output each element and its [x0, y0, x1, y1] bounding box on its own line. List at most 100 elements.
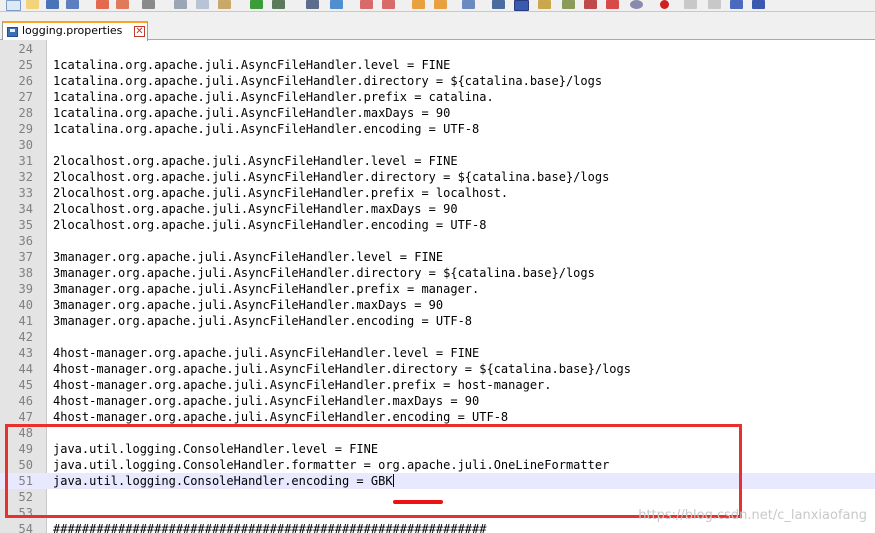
code-line[interactable]: 41 3manager.org.apache.juli.AsyncFileHand… — [0, 313, 875, 329]
replace-icon[interactable] — [330, 0, 343, 9]
word-wrap-icon[interactable] — [462, 0, 475, 9]
tab-logging-properties[interactable]: logging.properties ✕ — [2, 21, 148, 41]
line-number: 39 — [18, 282, 33, 296]
code-line[interactable]: 33 2localhost.org.apache.juli.AsyncFileHa… — [0, 185, 875, 201]
line-text: 4host-manager.org.apache.juli.AsyncFileH… — [53, 410, 509, 424]
line-text: java.util.logging.ConsoleHandler.level =… — [53, 442, 379, 456]
line-number: 25 — [18, 58, 33, 72]
code-line[interactable]: 50 java.util.logging.ConsoleHandler.forma… — [0, 457, 875, 473]
zoom-out-icon[interactable] — [382, 0, 395, 9]
line-text: 1catalina.org.apache.juli.AsyncFileHandl… — [53, 74, 603, 88]
line-number: 44 — [18, 362, 33, 376]
code-line[interactable]: 40 3manager.org.apache.juli.AsyncFileHand… — [0, 297, 875, 313]
folder-workspace-icon[interactable] — [606, 0, 619, 9]
indent-guide-icon[interactable] — [514, 0, 529, 11]
code-line[interactable]: 28 1catalina.org.apache.juli.AsyncFileHan… — [0, 105, 875, 121]
record-macro-icon[interactable] — [660, 0, 669, 9]
line-text: java.util.logging.ConsoleHandler.formatt… — [53, 458, 610, 472]
text-caret — [392, 474, 394, 487]
code-line[interactable]: 47 4host-manager.org.apache.juli.AsyncFil… — [0, 409, 875, 425]
line-number: 52 — [18, 490, 33, 504]
close-file-icon[interactable] — [96, 0, 109, 9]
line-text: 2localhost.org.apache.juli.AsyncFileHand… — [53, 154, 458, 168]
copy-icon[interactable] — [196, 0, 209, 9]
code-line[interactable]: 42 — [0, 329, 875, 345]
code-line[interactable]: 44 4host-manager.org.apache.juli.AsyncFil… — [0, 361, 875, 377]
open-file-icon[interactable] — [26, 0, 39, 9]
code-line[interactable]: 30 — [0, 137, 875, 153]
line-number: 50 — [18, 458, 33, 472]
line-text: 1catalina.org.apache.juli.AsyncFileHandl… — [53, 106, 451, 120]
line-number: 34 — [18, 202, 33, 216]
code-line[interactable]: 39 3manager.org.apache.juli.AsyncFileHand… — [0, 281, 875, 297]
line-text: 4host-manager.org.apache.juli.AsyncFileH… — [53, 394, 480, 408]
close-all-icon[interactable] — [116, 0, 129, 9]
sync-vertical-icon[interactable] — [412, 0, 425, 9]
save-all-icon[interactable] — [66, 0, 79, 9]
code-line[interactable]: 27 1catalina.org.apache.juli.AsyncFileHan… — [0, 89, 875, 105]
new-file-icon[interactable] — [6, 0, 21, 11]
playback-icon[interactable] — [708, 0, 721, 9]
line-number: 26 — [18, 74, 33, 88]
line-text: 2localhost.org.apache.juli.AsyncFileHand… — [53, 202, 458, 216]
line-number: 31 — [18, 154, 33, 168]
line-number: 51 — [18, 474, 33, 488]
find-icon[interactable] — [306, 0, 319, 9]
line-text: java.util.logging.ConsoleHandler.encodin… — [53, 474, 394, 488]
sync-horizontal-icon[interactable] — [434, 0, 447, 9]
code-line[interactable]: 24 — [0, 41, 875, 57]
code-line[interactable]: 36 — [0, 233, 875, 249]
code-line[interactable]: 34 2localhost.org.apache.juli.AsyncFileHa… — [0, 201, 875, 217]
code-line[interactable]: 25 1catalina.org.apache.juli.AsyncFileHan… — [0, 57, 875, 73]
line-number: 53 — [18, 506, 33, 520]
line-text: 1catalina.org.apache.juli.AsyncFileHandl… — [53, 58, 451, 72]
close-tab-icon[interactable]: ✕ — [134, 26, 145, 37]
code-line[interactable]: 48 — [0, 425, 875, 441]
print-icon[interactable] — [142, 0, 155, 9]
line-text: 1catalina.org.apache.juli.AsyncFileHandl… — [53, 122, 480, 136]
line-text: 3manager.org.apache.juli.AsyncFileHandle… — [53, 266, 595, 280]
code-line[interactable]: 35 2localhost.org.apache.juli.AsyncFileHa… — [0, 217, 875, 233]
redo-icon[interactable] — [272, 0, 285, 9]
toolbar — [0, 0, 875, 12]
code-line[interactable]: 38 3manager.org.apache.juli.AsyncFileHand… — [0, 265, 875, 281]
cut-icon[interactable] — [174, 0, 187, 9]
show-all-chars-icon[interactable] — [492, 0, 505, 9]
language-icon[interactable] — [538, 0, 551, 9]
save-icon[interactable] — [46, 0, 59, 9]
code-line[interactable]: 29 1catalina.org.apache.juli.AsyncFileHan… — [0, 121, 875, 137]
line-number: 54 — [18, 522, 33, 533]
line-text: 3manager.org.apache.juli.AsyncFileHandle… — [53, 282, 480, 296]
zoom-in-icon[interactable] — [360, 0, 373, 9]
line-text: 3manager.org.apache.juli.AsyncFileHandle… — [53, 314, 473, 328]
line-text: 4host-manager.org.apache.juli.AsyncFileH… — [53, 362, 631, 376]
code-line[interactable]: 49 java.util.logging.ConsoleHandler.level… — [0, 441, 875, 457]
line-number: 30 — [18, 138, 33, 152]
code-line[interactable]: 37 3manager.org.apache.juli.AsyncFileHand… — [0, 249, 875, 265]
line-number: 42 — [18, 330, 33, 344]
code-line[interactable]: 26 1catalina.org.apache.juli.AsyncFileHan… — [0, 73, 875, 89]
monitoring-icon[interactable] — [630, 0, 643, 9]
line-number: 32 — [18, 170, 33, 184]
line-number: 24 — [18, 42, 33, 56]
run-macro-multiple-icon[interactable] — [730, 0, 743, 9]
paste-icon[interactable] — [218, 0, 231, 9]
code-line[interactable]: 32 2localhost.org.apache.juli.AsyncFileHa… — [0, 169, 875, 185]
function-list-icon[interactable] — [584, 0, 597, 9]
code-line[interactable]: 43 4host-manager.org.apache.juli.AsyncFil… — [0, 345, 875, 361]
stop-recording-icon[interactable] — [684, 0, 697, 9]
code-line[interactable]: 45 4host-manager.org.apache.juli.AsyncFil… — [0, 377, 875, 393]
undo-icon[interactable] — [250, 0, 263, 9]
code-line[interactable]: 46 4host-manager.org.apache.juli.AsyncFil… — [0, 393, 875, 409]
editor-pane[interactable]: 24 25 1catalina.org.apache.juli.AsyncFileH… — [0, 40, 875, 533]
line-number: 41 — [18, 314, 33, 328]
doc-map-icon[interactable] — [562, 0, 575, 9]
tab-label: logging.properties — [22, 24, 123, 37]
saved-file-icon — [7, 27, 18, 37]
code-line[interactable]: 51 java.util.logging.ConsoleHandler.encod… — [0, 473, 875, 489]
line-number: 37 — [18, 250, 33, 264]
line-text: 2localhost.org.apache.juli.AsyncFileHand… — [53, 170, 610, 184]
save-macro-icon[interactable] — [752, 0, 765, 9]
code-line[interactable]: 31 2localhost.org.apache.juli.AsyncFileHa… — [0, 153, 875, 169]
line-number: 40 — [18, 298, 33, 312]
